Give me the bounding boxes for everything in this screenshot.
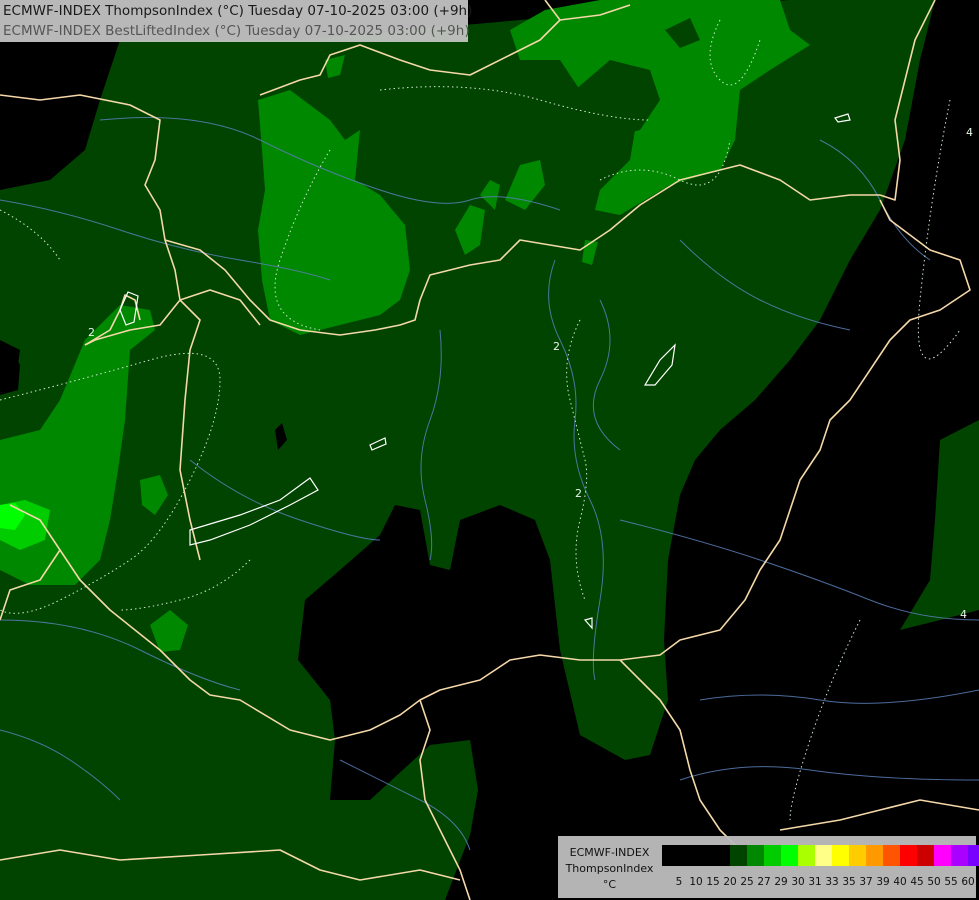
legend-swatch (849, 845, 866, 866)
map-canvas: 2 2 2 4 4 (0, 0, 979, 900)
legend-unit: °C (602, 878, 617, 891)
contour-label: 2 (553, 340, 560, 353)
legend-tick-label: 60 (961, 876, 975, 888)
legend-parameter: ThompsonIndex (565, 862, 654, 875)
legend-swatch (696, 845, 713, 866)
map-title-primary: ECMWF-INDEX ThompsonIndex (°C) Tuesday 0… (3, 3, 473, 19)
contour-label: 2 (88, 326, 95, 339)
legend-swatch (730, 845, 747, 866)
legend-swatch (883, 845, 900, 866)
legend-model: ECMWF-INDEX (569, 846, 650, 859)
legend-swatch (968, 845, 979, 866)
legend-swatch (764, 845, 781, 866)
legend-swatch (951, 845, 968, 866)
contour-label: 4 (966, 126, 973, 139)
legend-swatch (747, 845, 764, 866)
legend-swatch (815, 845, 832, 866)
legend-swatch (662, 845, 679, 866)
map-title-box: ECMWF-INDEX ThompsonIndex (°C) Tuesday 0… (0, 0, 472, 42)
contour-label: 2 (575, 487, 582, 500)
legend-swatch (900, 845, 917, 866)
legend-swatch (917, 845, 934, 866)
legend-swatch (713, 845, 730, 866)
legend-swatch (781, 845, 798, 866)
map-title-secondary: ECMWF-INDEX BestLiftedIndex (°C) Tuesday… (3, 23, 470, 39)
legend-swatch (934, 845, 951, 866)
color-legend: ECMWF-INDEX ThompsonIndex °C 5 10 15 20 25 27… (558, 836, 979, 898)
legend-swatch (832, 845, 849, 866)
legend-swatch (679, 845, 696, 866)
legend-swatch (866, 845, 883, 866)
legend-swatch (798, 845, 815, 866)
contour-label: 4 (960, 608, 967, 621)
